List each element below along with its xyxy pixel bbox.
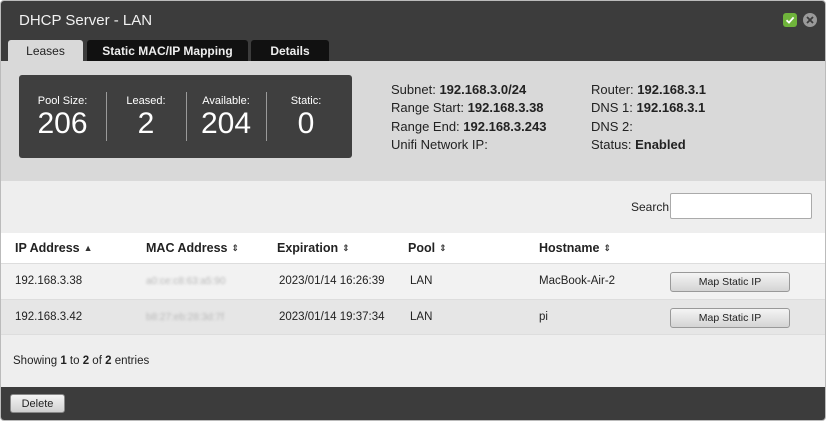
cell-hostname: MacBook-Air-2 (539, 275, 616, 287)
window-title: DHCP Server - LAN (19, 12, 153, 29)
map-static-ip-button[interactable]: Map Static IP (670, 272, 790, 292)
cell-expiration: 2023/01/14 19:37:34 (279, 311, 385, 323)
stat-label: Leased: (126, 95, 166, 107)
info-value: 192.168.3.1 (637, 82, 706, 97)
column-header-hostname[interactable]: Hostname ⇕ (539, 241, 611, 255)
confirm-check-icon[interactable] (783, 13, 797, 27)
info-subnet: Subnet: 192.168.3.0/24 (391, 82, 526, 97)
showing-of-word: of (89, 355, 106, 367)
stat-value: 0 (297, 107, 315, 140)
stat-value: 206 (37, 107, 88, 140)
bottom-toolbar: Delete (1, 387, 825, 420)
info-label: Status: (591, 137, 632, 152)
cell-mac: a0:ce:c8:63:a5:90 (146, 276, 226, 287)
cell-pool: LAN (410, 311, 433, 323)
title-bar: DHCP Server - LAN (1, 1, 825, 38)
showing-to-word: to (66, 355, 83, 367)
info-status: Status: Enabled (591, 137, 686, 152)
search-bar: Search (1, 181, 825, 233)
summary-panel: Pool Size: 206 Leased: 2 Available: 204 … (1, 61, 825, 181)
info-label: Subnet: (391, 82, 436, 97)
info-value: 192.168.3.243 (463, 119, 547, 134)
stat-value: 204 (200, 107, 252, 140)
info-label: Unifi Network IP: (391, 137, 488, 152)
header-label: MAC Address (146, 241, 228, 255)
header-label: Pool (408, 241, 436, 255)
tab-static-mapping[interactable]: Static MAC/IP Mapping (87, 40, 248, 61)
sort-icon: ⇕ (439, 242, 447, 253)
sort-icon: ⇕ (603, 242, 611, 253)
stat-label: Static: (290, 95, 322, 107)
info-label: DNS 1: (591, 100, 633, 115)
header-label: IP Address (15, 241, 80, 255)
search-label: Search (631, 200, 670, 214)
sort-icon: ⇕ (342, 242, 350, 253)
stats-box: Pool Size: 206 Leased: 2 Available: 204 … (19, 75, 352, 158)
stat-static: Static: 0 (266, 75, 346, 158)
search-input[interactable] (670, 193, 812, 219)
info-dns1: DNS 1: 192.168.3.1 (591, 100, 705, 115)
cell-mac: b8:27:eb:28:3d:7f (146, 312, 224, 323)
column-header-pool[interactable]: Pool ⇕ (408, 241, 447, 255)
map-static-ip-button[interactable]: Map Static IP (670, 308, 790, 328)
info-label: Range Start: (391, 100, 464, 115)
column-header-expiration[interactable]: Expiration ⇕ (277, 241, 350, 255)
stat-leased: Leased: 2 (106, 75, 186, 158)
header-label: Hostname (539, 241, 600, 255)
entries-count: Showing 1 to 2 of 2 entries (13, 355, 149, 367)
cell-ip: 192.168.3.42 (15, 311, 83, 323)
table-row: 192.168.3.38 a0:ce:c8:63:a5:90 2023/01/1… (1, 263, 825, 299)
stat-value: 2 (137, 107, 155, 140)
sort-icon: ⇕ (231, 242, 240, 253)
table-header: IP Address ▲ MAC Address ⇕ Expiration ⇕ … (1, 233, 825, 263)
showing-suffix: entries (111, 355, 150, 367)
info-value: 192.168.3.0/24 (439, 82, 527, 97)
tab-strip: Leases Static MAC/IP Mapping Details (1, 38, 825, 61)
table-row: 192.168.3.42 b8:27:eb:28:3d:7f 2023/01/1… (1, 299, 825, 335)
cell-expiration: 2023/01/14 16:26:39 (279, 275, 385, 287)
sort-ascending-icon: ▲ (83, 243, 93, 253)
stat-pool-size: Pool Size: 206 (19, 75, 106, 158)
info-label: Router: (591, 82, 634, 97)
column-header-mac[interactable]: MAC Address ⇕ (146, 241, 239, 255)
stat-available: Available: 204 (186, 75, 266, 158)
stat-label: Available: (202, 95, 250, 107)
dhcp-server-dialog: DHCP Server - LAN Leases Static MAC/IP M… (0, 0, 826, 421)
cell-ip: 192.168.3.38 (15, 275, 83, 287)
cell-pool: LAN (410, 275, 433, 287)
info-range-end: Range End: 192.168.3.243 (391, 119, 546, 134)
info-value: 192.168.3.38 (467, 100, 544, 115)
info-value: 192.168.3.1 (636, 100, 706, 115)
info-label: DNS 2: (591, 119, 633, 134)
cell-hostname: pi (539, 311, 548, 323)
info-unifi-ip: Unifi Network IP: (391, 137, 488, 152)
column-header-ip[interactable]: IP Address ▲ (15, 241, 93, 255)
tab-leases[interactable]: Leases (8, 40, 83, 61)
info-value: Enabled (635, 137, 686, 152)
info-dns2: DNS 2: (591, 119, 633, 134)
header-label: Expiration (277, 241, 339, 255)
delete-button[interactable]: Delete (10, 394, 65, 413)
info-range-start: Range Start: 192.168.3.38 (391, 100, 544, 115)
close-icon[interactable] (803, 13, 817, 27)
info-router: Router: 192.168.3.1 (591, 82, 706, 97)
showing-prefix: Showing (13, 355, 61, 367)
table-footer: Showing 1 to 2 of 2 entries (1, 335, 825, 387)
info-label: Range End: (391, 119, 460, 134)
stat-label: Pool Size: (37, 95, 88, 107)
tab-details[interactable]: Details (251, 40, 329, 61)
